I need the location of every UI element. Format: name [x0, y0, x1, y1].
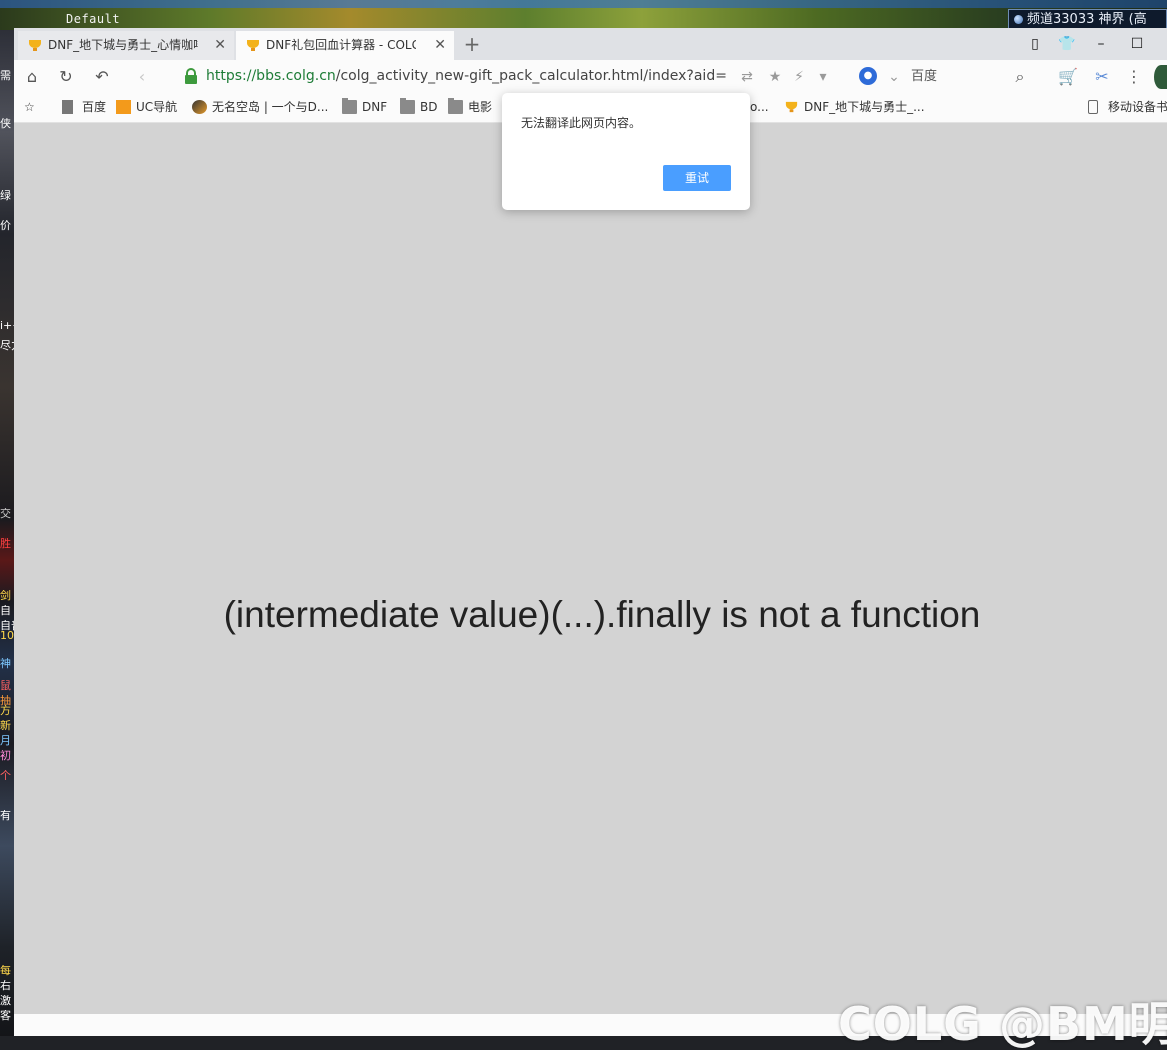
translate-icon[interactable]: ⇄	[736, 66, 758, 88]
bookmark-mobile[interactable]: 移动设备书	[1088, 93, 1167, 123]
bookmark-folder-bd[interactable]: BD	[400, 93, 437, 123]
search-box[interactable]: ● ⌄ 百度 ⌕	[859, 62, 1039, 91]
bookmark-dnf-forum[interactable]: DNF_地下城与勇士_...	[784, 93, 925, 123]
translate-error-popup: 无法翻译此网页内容。 重试	[502, 93, 750, 210]
watermark: COLG @BM明	[838, 997, 1167, 1050]
shirt-icon[interactable]: 👕	[1056, 34, 1078, 54]
search-engine-label: 百度	[911, 69, 938, 84]
tab-dnf-forum[interactable]: DNF_地下城与勇士_心情咖啡 ✕	[18, 31, 234, 60]
retry-button[interactable]: 重试	[663, 165, 731, 191]
more-menu-icon[interactable]: ⋮	[1122, 65, 1146, 89]
tab-gift-calculator[interactable]: DNF礼包回血计算器 - COLG ✕	[236, 31, 454, 60]
close-icon[interactable]: ✕	[214, 31, 226, 60]
game-strip-text: 尽力	[0, 340, 14, 352]
star-icon[interactable]: ★	[764, 66, 786, 88]
bookmark-uc[interactable]: UC导航	[116, 93, 177, 123]
bookmark-wuming[interactable]: 无名空岛 | 一个与D...	[192, 93, 328, 123]
vibrate-icon[interactable]: ▯	[1024, 34, 1046, 54]
game-strip-text: 右	[0, 980, 11, 992]
game-strip-text: 有	[0, 810, 11, 822]
game-sidebar-strip: 需侠绿价i++尽力交胜剑自自普100神鼠抽方新月初个有每右激客	[0, 30, 14, 1050]
desktop-background-top	[0, 0, 1167, 30]
game-strip-text: 剑	[0, 590, 11, 602]
game-strip-text: 方	[0, 705, 11, 717]
undo-icon[interactable]: ↶	[90, 65, 114, 89]
trophy-icon	[785, 101, 798, 113]
game-strip-text: 个	[0, 770, 11, 782]
search-icon[interactable]: ⌕	[1009, 66, 1031, 88]
chevron-down-icon[interactable]: ▾	[812, 66, 834, 88]
nav-toolbar: ⌂ ↻ ↶ ‹ https://bbs.colg.cn/colg_activit…	[14, 60, 1167, 93]
game-strip-text: 自	[0, 605, 11, 617]
trophy-icon	[247, 40, 259, 51]
folder-icon	[400, 98, 415, 114]
reload-icon[interactable]: ↻	[54, 65, 78, 89]
tab-bar: DNF_地下城与勇士_心情咖啡 ✕ DNF礼包回血计算器 - COLG ✕ + …	[14, 28, 1167, 60]
game-strip-text: 每	[0, 965, 11, 977]
folder-icon	[448, 98, 463, 114]
game-strip-text: 月	[0, 735, 11, 747]
trophy-icon	[29, 40, 41, 51]
game-strip-text: 需	[0, 70, 11, 82]
game-strip-text: 绿	[0, 190, 11, 202]
error-message: (intermediate value)(...).finally is not…	[223, 594, 981, 635]
bookmark-star-icon[interactable]: ☆	[24, 93, 35, 123]
uc-icon	[116, 100, 131, 114]
folder-icon	[342, 98, 357, 114]
back-icon[interactable]: ‹	[130, 65, 154, 89]
game-strip-text: 价	[0, 220, 11, 232]
lock-icon	[185, 68, 197, 84]
game-strip-text: i++	[0, 320, 14, 332]
lightning-icon[interactable]: ⚡	[788, 66, 810, 88]
tab-title: DNF礼包回血计算器 - COLG	[266, 38, 416, 52]
address-bar[interactable]: https://bbs.colg.cn/colg_activity_new-gi…	[174, 62, 844, 91]
bookmark-folder-dnf[interactable]: DNF	[342, 93, 387, 123]
game-strip-text: 初	[0, 750, 11, 762]
game-strip-text: 100	[0, 630, 14, 642]
maximize-button[interactable]: ☐	[1126, 34, 1148, 54]
scissors-icon[interactable]: ✂	[1090, 65, 1114, 89]
bookmark-folder-movies[interactable]: 电影	[448, 93, 492, 123]
home-icon[interactable]: ⌂	[20, 65, 44, 89]
page-content: (intermediate value)(...).finally is not…	[14, 124, 1167, 1014]
game-strip-text: 胜	[0, 538, 11, 550]
game-strip-text: 新	[0, 720, 11, 732]
mobile-icon	[1088, 100, 1098, 114]
bookmark-partial[interactable]: o...	[750, 93, 769, 123]
game-strip-text: 客	[0, 1010, 11, 1022]
tab-title: DNF_地下城与勇士_心情咖啡	[48, 38, 198, 52]
game-strip-text: 激	[0, 995, 11, 1007]
game-channel-indicator: 频道33033 神界 (高	[1008, 9, 1167, 30]
close-icon[interactable]: ✕	[434, 31, 446, 60]
page-icon	[62, 100, 73, 114]
popup-message: 无法翻译此网页内容。	[521, 116, 642, 130]
game-strip-text: 鼠	[0, 680, 11, 692]
minimize-button[interactable]: –	[1090, 34, 1112, 54]
cart-icon[interactable]: 🛒	[1056, 65, 1080, 89]
game-strip-text: 交	[0, 508, 11, 520]
game-strip-text: 神	[0, 658, 11, 670]
new-tab-button[interactable]: +	[458, 31, 486, 59]
chevron-down-icon[interactable]: ⌄	[883, 66, 905, 88]
site-icon	[192, 100, 207, 114]
bookmark-baidu[interactable]: 百度	[62, 93, 106, 123]
baidu-paw-icon: ●	[859, 67, 877, 85]
avatar[interactable]	[1154, 65, 1167, 89]
url-text: https://bbs.colg.cn/colg_activity_new-gi…	[206, 68, 726, 84]
game-strip-text: 侠	[0, 118, 11, 130]
game-profile-label: Default	[66, 12, 121, 26]
